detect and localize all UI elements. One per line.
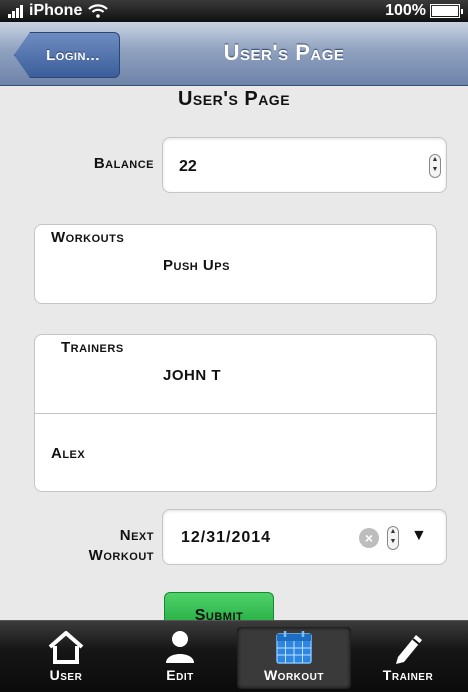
next-workout-label-line2: Workout <box>88 547 154 564</box>
workouts-label: Workouts <box>51 229 125 246</box>
status-bar: iPhone 100% <box>0 0 468 22</box>
dropdown-arrow-icon[interactable]: ▼ <box>411 527 427 545</box>
tab-bar: User Edit Workout Trainer <box>0 620 468 692</box>
tab-user-label: User <box>49 667 83 683</box>
status-left: iPhone <box>8 2 109 20</box>
navigation-header: Login... User's Page <box>0 22 468 86</box>
page-title: User's Page <box>223 40 345 65</box>
list-divider <box>35 413 436 414</box>
balance-input[interactable]: 22 ▲ ▼ <box>162 137 447 193</box>
next-workout-date-input[interactable]: 12/31/2014 × ▲ ▼ ▼ <box>162 509 447 565</box>
signal-icon <box>8 4 23 18</box>
pencil-icon <box>396 635 422 664</box>
tab-user[interactable]: User <box>9 627 123 689</box>
next-workout-label: Next Workout <box>40 526 154 566</box>
balance-value: 22 <box>179 158 197 175</box>
person-icon <box>166 631 194 663</box>
list-item[interactable]: Push Ups <box>163 257 230 274</box>
home-icon <box>48 631 84 664</box>
balance-stepper[interactable]: ▲ ▼ <box>429 154 441 178</box>
status-right: 100% <box>385 2 463 20</box>
list-item[interactable]: JOHN T <box>163 367 221 384</box>
wifi-icon <box>88 4 109 18</box>
workouts-list: Workouts Push Ups <box>34 224 437 304</box>
carrier-name: iPhone <box>29 2 83 19</box>
tab-edit[interactable]: Edit <box>123 627 237 689</box>
main-content[interactable]: User's Page Balance 22 ▲ ▼ Workouts Push … <box>0 86 468 620</box>
trainers-label: Trainers <box>61 339 124 356</box>
tab-workout-label: Workout <box>263 667 325 683</box>
tab-edit-label: Edit <box>166 667 194 683</box>
next-workout-label-line1: Next <box>119 527 154 544</box>
date-stepper[interactable]: ▲ ▼ <box>387 526 399 550</box>
tab-trainer[interactable]: Trainer <box>351 627 465 689</box>
list-item[interactable]: Alex <box>51 445 85 462</box>
tab-trainer-label: Trainer <box>382 667 434 683</box>
battery-percent: 100% <box>385 2 426 19</box>
battery-icon <box>430 4 463 18</box>
trainers-list: Trainers JOHN T Alex <box>34 334 437 492</box>
page-heading: User's Page <box>177 88 291 110</box>
next-workout-date-value: 12/31/2014 <box>181 529 272 546</box>
clear-icon[interactable]: × <box>359 528 379 548</box>
tab-workout[interactable]: Workout <box>237 627 351 689</box>
submit-button[interactable]: Submit <box>164 592 274 620</box>
back-button[interactable]: Login... <box>14 32 120 78</box>
balance-label: Balance <box>93 155 154 172</box>
calendar-icon <box>276 631 312 664</box>
